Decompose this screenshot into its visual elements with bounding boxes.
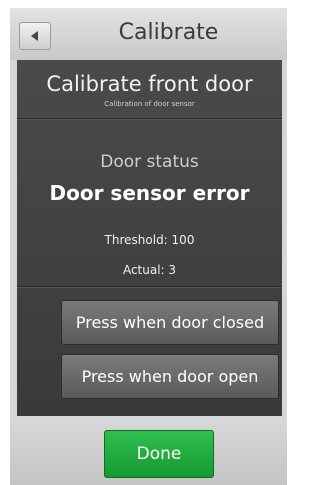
divider [17, 286, 282, 287]
app-screen: Calibrate Calibrate front door Calibrati… [10, 8, 287, 485]
back-arrow-icon [31, 31, 38, 41]
panel-subtitle: Calibration of door sensor [104, 100, 195, 108]
back-button[interactable] [19, 22, 51, 50]
done-button[interactable]: Done [104, 430, 214, 478]
title-bar: Calibrate [10, 8, 287, 60]
door-status-label: Door status [100, 152, 199, 172]
panel-title: Calibrate front door [46, 72, 253, 96]
actual-readout: Actual: 3 [122, 263, 177, 277]
threshold-readout: Threshold: 100 [104, 233, 195, 247]
divider [17, 118, 282, 119]
door-open-button[interactable]: Press when door open [61, 354, 279, 399]
door-status-value: Door sensor error [49, 181, 250, 205]
door-closed-button[interactable]: Press when door closed [61, 300, 279, 345]
page-title: Calibrate [118, 20, 219, 45]
